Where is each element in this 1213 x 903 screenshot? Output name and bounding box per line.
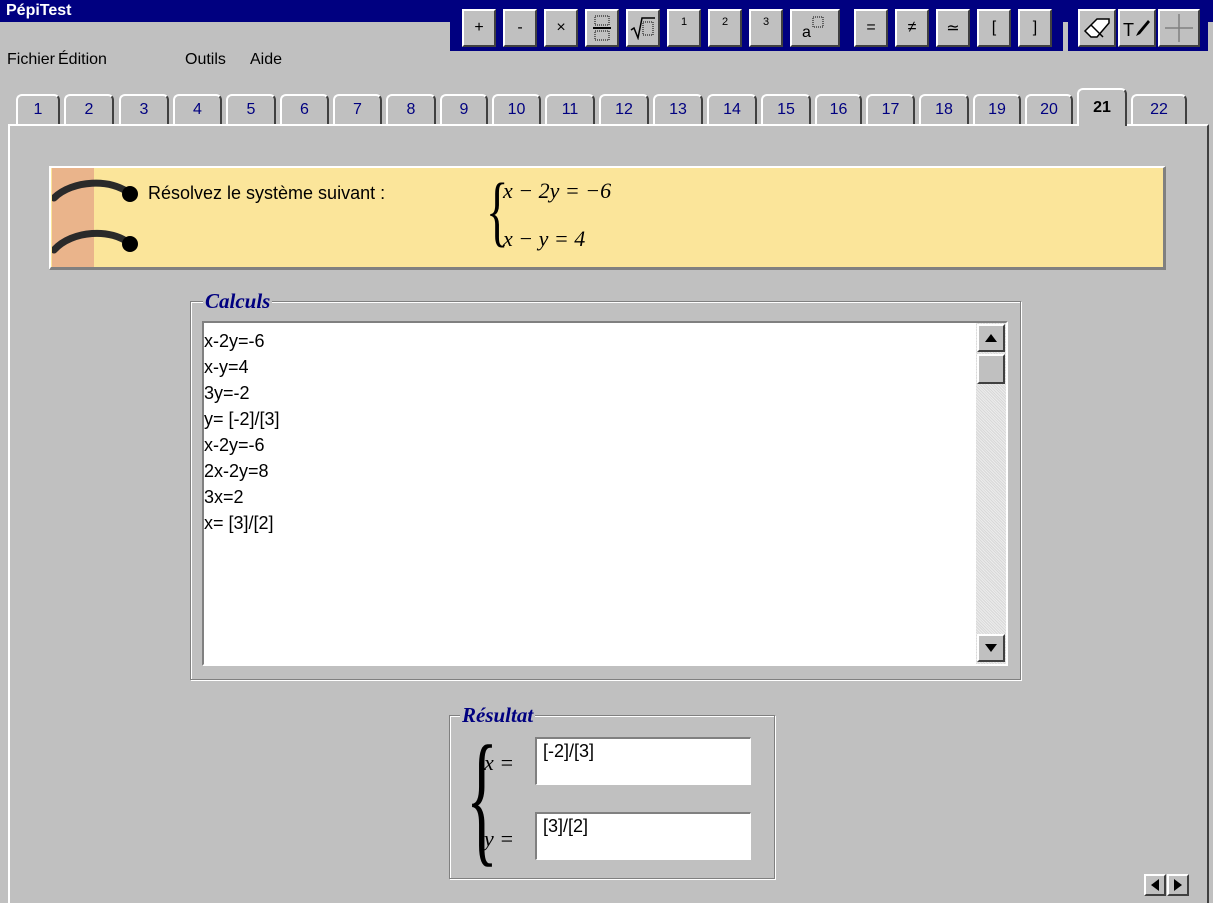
plus-button[interactable]: + xyxy=(462,9,496,47)
tab-3[interactable]: 3 xyxy=(119,94,169,124)
exponent-icon: a xyxy=(802,16,824,41)
arrow-up-icon xyxy=(985,334,997,342)
svg-text:T: T xyxy=(1123,20,1134,40)
scroll-up-button[interactable] xyxy=(977,324,1005,352)
question-prompt: Résolvez le système suivant : xyxy=(148,183,386,203)
menu-fichier[interactable]: Fichier xyxy=(7,51,55,69)
equation-2: x − y = 4 xyxy=(503,226,586,251)
y-label: y = xyxy=(484,826,515,851)
equals-button[interactable]: = xyxy=(854,9,888,47)
tab-10[interactable]: 10 xyxy=(492,94,541,124)
x-result-field[interactable]: [-2]/[3] xyxy=(535,737,751,785)
minus-button[interactable]: - xyxy=(503,9,537,47)
bracket-close-button[interactable]: ] xyxy=(1018,9,1052,47)
tab-6[interactable]: 6 xyxy=(280,94,329,124)
calc-line: 3x=2 xyxy=(204,487,244,507)
exponent-button[interactable]: a xyxy=(790,9,840,47)
tab-prev-button[interactable] xyxy=(1144,874,1166,896)
tab-14[interactable]: 14 xyxy=(707,94,757,124)
power-2-button[interactable]: 2 xyxy=(708,9,742,47)
fraction-button[interactable] xyxy=(585,9,619,47)
tab-21[interactable]: 21 xyxy=(1077,88,1127,126)
tab-18[interactable]: 18 xyxy=(919,94,969,124)
power-3-button[interactable]: 3 xyxy=(749,9,783,47)
arrow-left-icon xyxy=(1151,879,1159,891)
calc-line: x-y=4 xyxy=(204,357,249,377)
notebook-rings-icon xyxy=(52,179,138,254)
scroll-down-button[interactable] xyxy=(977,634,1005,662)
not-equal-button[interactable]: ≠ xyxy=(895,9,929,47)
bracket-open-button[interactable]: [ xyxy=(977,9,1011,47)
y-result-field[interactable]: [3]/[2] xyxy=(535,812,751,860)
menu-edition[interactable]: Édition xyxy=(58,51,107,69)
tab-9[interactable]: 9 xyxy=(440,94,488,124)
scroll-thumb[interactable] xyxy=(977,354,1005,384)
tab-1[interactable]: 1 xyxy=(16,94,60,124)
calculs-title: Calculs xyxy=(203,289,273,314)
tab-20[interactable]: 20 xyxy=(1025,94,1073,124)
equation-1: x − 2y = −6 xyxy=(503,178,612,203)
calc-line: 3y=-2 xyxy=(204,383,250,403)
tab-17[interactable]: 17 xyxy=(866,94,915,124)
crosshair-icon xyxy=(1165,14,1193,42)
tab-13[interactable]: 13 xyxy=(653,94,703,124)
tab-7[interactable]: 7 xyxy=(333,94,382,124)
x-label: x = xyxy=(484,750,515,775)
arrow-down-icon xyxy=(985,644,997,652)
text-pen-button[interactable]: T xyxy=(1118,9,1156,47)
tab-2[interactable]: 2 xyxy=(64,94,114,124)
tab-19[interactable]: 19 xyxy=(973,94,1021,124)
sqrt-button[interactable] xyxy=(626,9,660,47)
eraser-icon xyxy=(1083,18,1110,38)
calc-line: 2x-2y=8 xyxy=(204,461,269,481)
tab-15[interactable]: 15 xyxy=(761,94,811,124)
crosshair-button[interactable] xyxy=(1158,9,1200,47)
calc-line: x-2y=-6 xyxy=(204,435,265,455)
arrow-right-icon xyxy=(1174,879,1182,891)
tab-next-button[interactable] xyxy=(1167,874,1189,896)
svg-text:a: a xyxy=(802,24,811,41)
calc-line: x-2y=-6 xyxy=(204,331,265,351)
times-button[interactable]: × xyxy=(544,9,578,47)
tab-5[interactable]: 5 xyxy=(226,94,276,124)
eraser-button[interactable] xyxy=(1078,9,1116,47)
tab-11[interactable]: 11 xyxy=(545,94,595,124)
tab-12[interactable]: 12 xyxy=(599,94,649,124)
tab-22[interactable]: 22 xyxy=(1131,94,1187,124)
tab-4[interactable]: 4 xyxy=(173,94,222,124)
text-pen-icon: T xyxy=(1123,20,1150,40)
tab-16[interactable]: 16 xyxy=(815,94,862,124)
calculs-textarea[interactable] xyxy=(202,321,1008,666)
menu-aide[interactable]: Aide xyxy=(250,51,282,69)
app-title: PépiTest xyxy=(6,2,72,19)
calc-line: y= [-2]/[3] xyxy=(204,409,280,429)
tab-8[interactable]: 8 xyxy=(386,94,436,124)
sqrt-icon xyxy=(630,17,655,40)
menu-outils[interactable]: Outils xyxy=(185,51,226,69)
approx-button[interactable]: ≃ xyxy=(936,9,970,47)
fraction-icon xyxy=(593,15,611,41)
power-1-button[interactable]: 1 xyxy=(667,9,701,47)
calc-line: x= [3]/[2] xyxy=(204,513,274,533)
